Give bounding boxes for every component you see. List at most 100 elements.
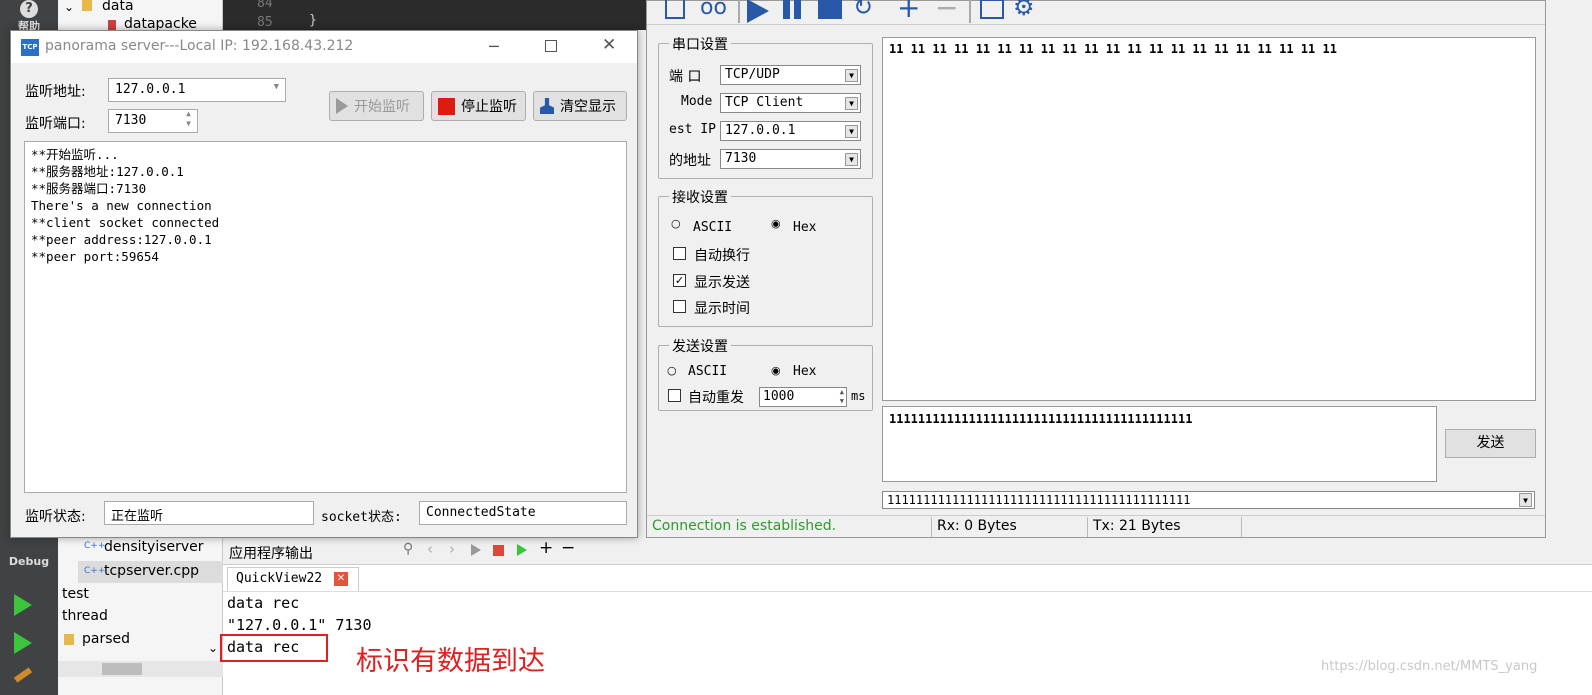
start-listen-button[interactable]: 开始监听: [329, 91, 424, 121]
minus-icon[interactable]: −: [935, 0, 958, 24]
filter-icon[interactable]: ⚲: [403, 541, 413, 557]
chevron-down-icon[interactable]: ▼: [845, 69, 858, 82]
listen-address-combo[interactable]: 127.0.0.1 ▼: [108, 78, 286, 102]
spin-arrows-icon[interactable]: ▲ ▼: [840, 388, 844, 406]
resend-interval-spinbox[interactable]: 1000 ▲ ▼: [759, 387, 847, 407]
log-text-area[interactable]: **开始监听... **服务器地址:127.0.0.1 **服务器端口:7130…: [24, 141, 627, 493]
stop-icon: [438, 97, 455, 115]
dest-ip-combo[interactable]: 127.0.0.1 ▼: [720, 121, 861, 141]
rerun-icon[interactable]: [471, 544, 481, 556]
tree-file-datapacket[interactable]: datapacke: [124, 16, 220, 30]
debug-mode-label[interactable]: Debug: [0, 555, 58, 568]
chevron-down-icon[interactable]: ⌄: [208, 641, 218, 655]
dest-port-combo[interactable]: 7130 ▼: [720, 149, 861, 169]
chevron-down-icon[interactable]: ▼: [845, 97, 858, 110]
stop-listen-button[interactable]: 停止监听: [431, 91, 526, 121]
run-icon[interactable]: [14, 594, 32, 616]
plus-icon[interactable]: +: [897, 0, 920, 24]
port-combo[interactable]: TCP/UDP ▼: [720, 65, 861, 85]
tree-item[interactable]: tcpserver.cpp: [104, 563, 222, 579]
folder-icon: [64, 634, 74, 645]
watermark: https://blog.csdn.net/MMTS_yang: [1321, 659, 1538, 674]
send-button[interactable]: 发送: [1445, 429, 1536, 458]
auto-newline-checkbox[interactable]: [673, 247, 686, 260]
play-icon: [336, 98, 348, 114]
file-icon: [108, 20, 116, 30]
tree-item[interactable]: parsed: [82, 631, 130, 647]
radio-hex-receive[interactable]: ◉: [771, 217, 781, 230]
debug-run-icon[interactable]: [14, 632, 32, 654]
log-line: **client socket connected: [31, 215, 220, 230]
send-history-combo[interactable]: 1111111111111111111111111111111111111111…: [882, 491, 1535, 509]
radio-hex-send[interactable]: ◉: [771, 364, 781, 377]
tree-item[interactable]: thread: [62, 608, 108, 624]
pause-icon[interactable]: [794, 0, 801, 19]
title-bar: TCP panorama server---Local IP: 192.168.…: [11, 31, 637, 63]
window-title: panorama server---Local IP: 192.168.43.2…: [45, 38, 354, 54]
clear-display-button[interactable]: 清空显示: [533, 91, 627, 121]
receive-text-area[interactable]: 11 11 11 11 11 11 11 11 11 11 11 11 11 1…: [882, 37, 1536, 401]
port-label: 端 口: [669, 69, 702, 85]
document-icon[interactable]: [665, 0, 685, 19]
dest-ip-label: est IP: [669, 122, 716, 137]
stop-icon[interactable]: [818, 0, 842, 19]
chevron-down-icon[interactable]: ⌄: [64, 0, 74, 14]
tree-item[interactable]: densityiserver: [104, 539, 222, 555]
maximize-icon[interactable]: [545, 40, 557, 52]
panel-icon[interactable]: [980, 0, 1004, 19]
minus-icon[interactable]: −: [561, 538, 575, 558]
minimize-icon[interactable]: ─: [489, 37, 499, 56]
receive-settings-group: 接收设置 ○ ASCII ◉ Hex 自动换行 ✓ 显示发送 显示时间: [658, 187, 873, 327]
radio-ascii-receive[interactable]: ○: [671, 217, 681, 230]
output-toolbar: 应用程序输出 ⚲ ‹ › + −: [223, 537, 1592, 565]
status-bar: Connection is established. Rx: 0 Bytes T…: [647, 515, 1545, 537]
build-hammer-icon[interactable]: [13, 667, 33, 683]
help-icon[interactable]: ?: [0, 0, 58, 18]
panorama-server-window: TCP panorama server---Local IP: 192.168.…: [10, 30, 638, 538]
pause-icon[interactable]: [783, 0, 790, 19]
chevron-down-icon[interactable]: ▼: [274, 82, 279, 92]
code-brace: }: [309, 13, 317, 28]
line-number: 85: [257, 15, 273, 30]
toolbar: oo ↻ + − ⚙: [647, 0, 1545, 25]
port-settings-group: 串口设置 端 口 TCP/UDP ▼ Mode TCP Client ▼ est I…: [658, 34, 873, 179]
close-icon[interactable]: ✕: [334, 572, 348, 586]
attach-debugger-icon[interactable]: [517, 544, 527, 556]
log-line: **开始监听...: [31, 147, 119, 162]
log-line: **服务器端口:7130: [31, 181, 147, 196]
mode-combo[interactable]: TCP Client ▼: [720, 93, 861, 113]
code-editor: 84 85 }: [223, 0, 648, 30]
show-send-checkbox[interactable]: ✓: [673, 274, 686, 287]
ascii-label: ASCII: [693, 220, 733, 235]
send-text-area[interactable]: 1111111111111111111111111111111111111111…: [882, 406, 1437, 482]
log-line: **peer address:127.0.0.1: [31, 232, 212, 247]
spin-arrows-icon[interactable]: ▲ ▼: [186, 109, 191, 129]
voicemail-icon[interactable]: oo: [700, 0, 727, 20]
tree-folder-data[interactable]: data: [102, 0, 134, 14]
play-icon[interactable]: [747, 0, 769, 23]
refresh-icon[interactable]: ↻: [853, 0, 873, 21]
chevron-down-icon[interactable]: ▼: [845, 153, 858, 166]
send-settings-group: 发送设置 ○ ASCII ◉ Hex 自动重发 1000 ▲ ▼ ms: [658, 336, 873, 411]
show-time-checkbox[interactable]: [673, 300, 686, 313]
gear-icon[interactable]: ⚙: [1013, 0, 1035, 21]
plus-icon[interactable]: +: [539, 538, 553, 558]
output-tab[interactable]: QuickView22 ✕: [227, 567, 359, 591]
prev-icon[interactable]: ‹: [427, 540, 433, 558]
tree-item[interactable]: test: [62, 586, 89, 602]
auto-resend-checkbox[interactable]: [668, 389, 681, 402]
receive-settings-title: 接收设置: [669, 187, 731, 207]
chevron-down-icon[interactable]: ▼: [845, 125, 858, 138]
close-icon[interactable]: ✕: [602, 35, 616, 55]
horizontal-scrollbar[interactable]: [58, 661, 223, 677]
chevron-down-icon[interactable]: ▼: [1519, 493, 1532, 507]
show-time-label: 显示时间: [694, 301, 750, 317]
next-icon[interactable]: ›: [449, 540, 455, 558]
status-divider: [931, 517, 932, 537]
listen-address-value: 127.0.0.1: [115, 82, 186, 97]
radio-ascii-send[interactable]: ○: [667, 364, 677, 377]
mode-value: TCP Client: [725, 95, 804, 110]
scrollbar-thumb[interactable]: [102, 663, 142, 675]
listen-port-spinbox[interactable]: 7130 ▲ ▼: [108, 109, 198, 133]
stop-icon[interactable]: [493, 545, 504, 556]
